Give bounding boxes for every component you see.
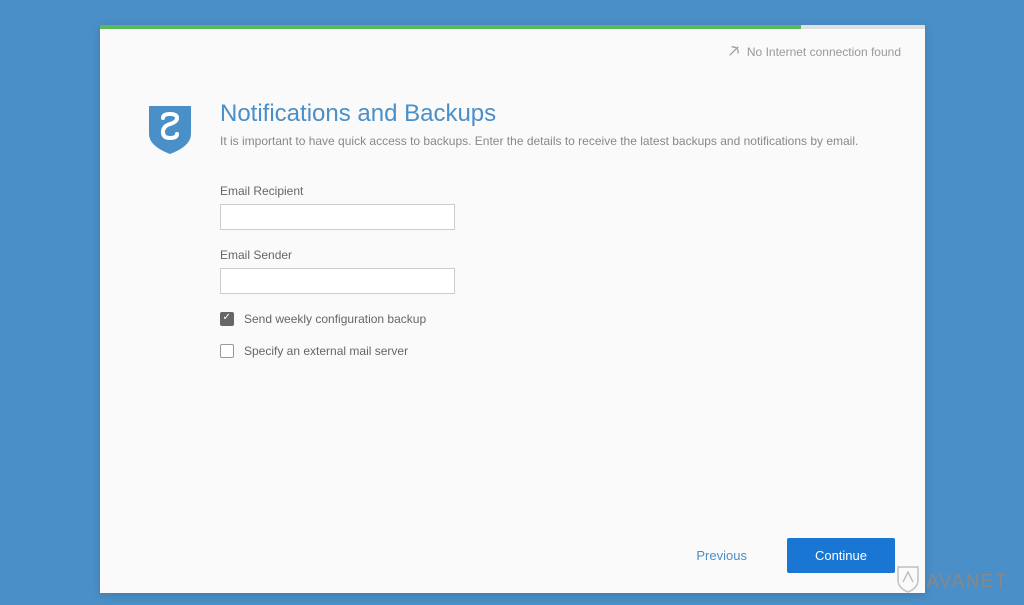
main-column: Notifications and Backups It is importan…	[220, 100, 925, 376]
sender-field-group: Email Sender	[220, 248, 885, 294]
progress-bar	[100, 25, 925, 29]
setup-window: No Internet connection found Notificatio…	[100, 25, 925, 593]
status-row: No Internet connection found	[100, 29, 925, 60]
no-connection-icon	[728, 45, 740, 60]
weekly-backup-label: Send weekly configuration backup	[244, 312, 426, 326]
previous-button[interactable]: Previous	[696, 548, 747, 563]
page-subtitle: It is important to have quick access to …	[220, 134, 885, 148]
recipient-input[interactable]	[220, 204, 455, 230]
sender-label: Email Sender	[220, 248, 885, 262]
weekly-backup-checkbox[interactable]	[220, 312, 234, 326]
progress-fill	[100, 25, 801, 29]
avanet-shield-icon	[895, 564, 921, 599]
recipient-field-group: Email Recipient	[220, 184, 885, 230]
sender-input[interactable]	[220, 268, 455, 294]
logo-column	[120, 100, 220, 376]
sophos-shield-icon	[147, 104, 193, 376]
external-server-row: Specify an external mail server	[220, 344, 885, 358]
content-area: Notifications and Backups It is importan…	[100, 60, 925, 376]
watermark: AVANET	[895, 564, 1008, 599]
page-title: Notifications and Backups	[220, 100, 885, 128]
watermark-text: AVANET	[927, 571, 1008, 592]
external-server-label: Specify an external mail server	[244, 344, 408, 358]
external-server-checkbox[interactable]	[220, 344, 234, 358]
recipient-label: Email Recipient	[220, 184, 885, 198]
continue-button[interactable]: Continue	[787, 538, 895, 573]
weekly-backup-row: Send weekly configuration backup	[220, 312, 885, 326]
status-text: No Internet connection found	[747, 45, 901, 59]
footer-nav: Previous Continue	[696, 538, 895, 573]
